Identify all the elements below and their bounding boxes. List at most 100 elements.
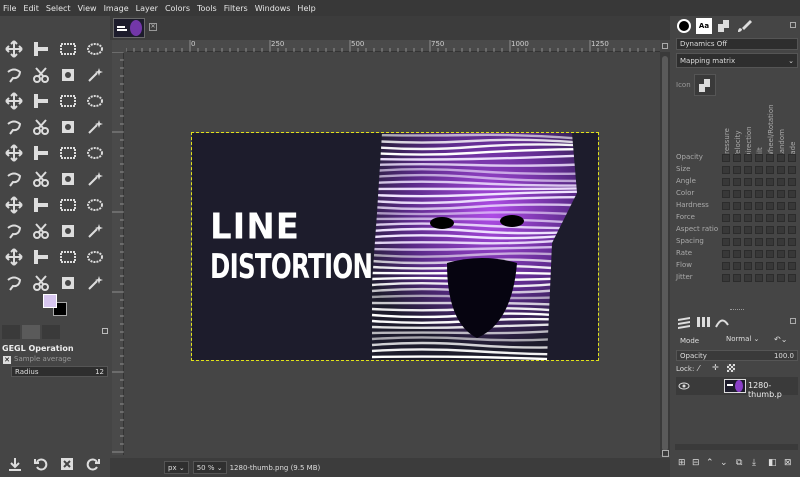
duplicate-layer-icon[interactable]: ⧉ bbox=[736, 458, 742, 468]
dynamics-matrix-cell[interactable] bbox=[788, 166, 796, 174]
dynamics-matrix-cell[interactable] bbox=[755, 178, 763, 186]
clone-icon[interactable] bbox=[30, 220, 52, 242]
mapping-matrix-select[interactable]: Mapping matrix ⌄ bbox=[676, 53, 798, 68]
handle-transform-icon[interactable] bbox=[30, 142, 52, 164]
dynamics-matrix-cell[interactable] bbox=[744, 190, 752, 198]
dock-tab-tool-options[interactable] bbox=[2, 325, 20, 339]
rect-select-icon[interactable] bbox=[57, 38, 79, 60]
dock-tab-layers[interactable] bbox=[676, 315, 692, 329]
dynamics-matrix-cell[interactable] bbox=[744, 154, 752, 162]
dynamics-matrix-cell[interactable] bbox=[777, 262, 785, 270]
menu-colors[interactable]: Colors bbox=[165, 4, 190, 13]
dock-menu-icon[interactable] bbox=[790, 22, 796, 28]
dynamics-icon-button[interactable] bbox=[694, 74, 716, 96]
pencil-icon[interactable] bbox=[84, 168, 106, 190]
paintbrush-icon[interactable] bbox=[57, 168, 79, 190]
dynamics-matrix-cell[interactable] bbox=[744, 214, 752, 222]
mode-select[interactable]: Normal ⌄ bbox=[726, 335, 770, 347]
dynamics-matrix-cell[interactable] bbox=[755, 166, 763, 174]
dock-tab-paint[interactable] bbox=[736, 18, 752, 34]
restore-tool-preset-button[interactable] bbox=[33, 456, 49, 472]
dynamics-matrix-cell[interactable] bbox=[755, 202, 763, 210]
smudge-icon[interactable] bbox=[57, 194, 79, 216]
heal-icon[interactable] bbox=[84, 142, 106, 164]
dock-tab-undo[interactable] bbox=[42, 325, 60, 339]
dynamics-matrix-cell[interactable] bbox=[777, 178, 785, 186]
tab-menu-icon[interactable] bbox=[662, 43, 668, 49]
scrollbar-thumb[interactable] bbox=[662, 56, 668, 451]
dynamics-matrix-cell[interactable] bbox=[766, 190, 774, 198]
dynamics-matrix-cell[interactable] bbox=[744, 274, 752, 282]
dynamics-matrix-cell[interactable] bbox=[722, 202, 730, 210]
menu-layer[interactable]: Layer bbox=[136, 4, 158, 13]
dynamics-matrix-cell[interactable] bbox=[777, 214, 785, 222]
dynamics-matrix-cell[interactable] bbox=[788, 178, 796, 186]
menu-windows[interactable]: Windows bbox=[255, 4, 291, 13]
lower-layer-icon[interactable]: ⌄ bbox=[720, 458, 728, 468]
dynamics-matrix-cell[interactable] bbox=[733, 178, 741, 186]
dynamics-matrix-cell[interactable] bbox=[744, 178, 752, 186]
dynamics-matrix-cell[interactable] bbox=[722, 154, 730, 162]
dynamics-matrix-cell[interactable] bbox=[788, 202, 796, 210]
perspective-clone-icon[interactable] bbox=[57, 220, 79, 242]
dynamics-matrix-cell[interactable] bbox=[733, 226, 741, 234]
dynamics-matrix-cell[interactable] bbox=[777, 250, 785, 258]
dynamics-matrix-cell[interactable] bbox=[722, 190, 730, 198]
warp-transform-icon[interactable] bbox=[84, 90, 106, 112]
mode-reset-icon[interactable]: ↶⌄ bbox=[774, 335, 787, 344]
dynamics-matrix-cell[interactable] bbox=[777, 154, 785, 162]
shear-icon[interactable] bbox=[30, 116, 52, 138]
image-tab-thumbnail[interactable] bbox=[113, 18, 145, 38]
menu-tools[interactable]: Tools bbox=[197, 4, 217, 13]
lock-alpha-icon[interactable] bbox=[727, 364, 735, 372]
dynamics-matrix-cell[interactable] bbox=[722, 166, 730, 174]
layer-mask-icon[interactable]: ◧ bbox=[768, 458, 777, 468]
dynamics-matrix-cell[interactable] bbox=[755, 154, 763, 162]
menu-filters[interactable]: Filters bbox=[224, 4, 248, 13]
zoom-icon[interactable] bbox=[57, 272, 79, 294]
menu-help[interactable]: Help bbox=[297, 4, 315, 13]
gradient-icon[interactable] bbox=[30, 168, 52, 190]
dynamics-matrix-cell[interactable] bbox=[755, 226, 763, 234]
new-layer-icon[interactable]: ⊞ bbox=[678, 458, 686, 468]
dynamics-matrix-cell[interactable] bbox=[733, 154, 741, 162]
delete-layer-icon[interactable]: ⊠ bbox=[784, 458, 792, 468]
dynamics-matrix-cell[interactable] bbox=[766, 214, 774, 222]
merge-layer-icon[interactable]: ⤓ bbox=[752, 458, 756, 468]
close-tab-icon[interactable]: ✕ bbox=[149, 23, 157, 31]
dynamics-matrix-cell[interactable] bbox=[744, 166, 752, 174]
dock-tab-paths[interactable] bbox=[714, 315, 730, 329]
cage-icon[interactable] bbox=[3, 142, 25, 164]
ink-icon[interactable] bbox=[30, 194, 52, 216]
layer-name[interactable]: 1280-thumb.p bbox=[748, 381, 800, 399]
scissors-icon[interactable] bbox=[30, 64, 52, 86]
dynamics-matrix-cell[interactable] bbox=[766, 262, 774, 270]
dynamics-matrix-cell[interactable] bbox=[733, 202, 741, 210]
dynamics-matrix-cell[interactable] bbox=[755, 238, 763, 246]
dynamics-matrix-cell[interactable] bbox=[766, 166, 774, 174]
dynamics-matrix-cell[interactable] bbox=[755, 274, 763, 282]
paint-bucket-icon[interactable] bbox=[3, 168, 25, 190]
raise-layer-icon[interactable]: ⌃ bbox=[706, 458, 714, 468]
measure-icon[interactable] bbox=[84, 246, 106, 268]
reset-tool-options-button[interactable] bbox=[85, 456, 101, 472]
dock-tab-channels[interactable] bbox=[695, 315, 711, 329]
dynamics-matrix-cell[interactable] bbox=[733, 274, 741, 282]
dynamics-matrix-cell[interactable] bbox=[777, 166, 785, 174]
image-canvas[interactable]: LINE DISTORTION bbox=[191, 132, 599, 361]
eye-icon[interactable] bbox=[678, 381, 690, 391]
dynamics-matrix-cell[interactable] bbox=[777, 238, 785, 246]
menu-edit[interactable]: Edit bbox=[23, 4, 39, 13]
by-color-select-icon[interactable] bbox=[3, 90, 25, 112]
dynamics-matrix-cell[interactable] bbox=[733, 262, 741, 270]
move-tool-icon[interactable] bbox=[3, 38, 25, 60]
paths-icon[interactable] bbox=[30, 246, 52, 268]
eraser-icon[interactable] bbox=[84, 194, 106, 216]
search-icon[interactable] bbox=[30, 272, 52, 294]
dynamics-matrix-cell[interactable] bbox=[744, 202, 752, 210]
dynamics-preset-field[interactable]: Dynamics Off bbox=[676, 38, 798, 50]
dynamics-matrix-cell[interactable] bbox=[788, 262, 796, 270]
navigate-icon[interactable] bbox=[662, 450, 669, 457]
dock-menu-icon[interactable] bbox=[102, 328, 108, 334]
lock-pixels-icon[interactable]: ⁄ bbox=[698, 364, 699, 373]
